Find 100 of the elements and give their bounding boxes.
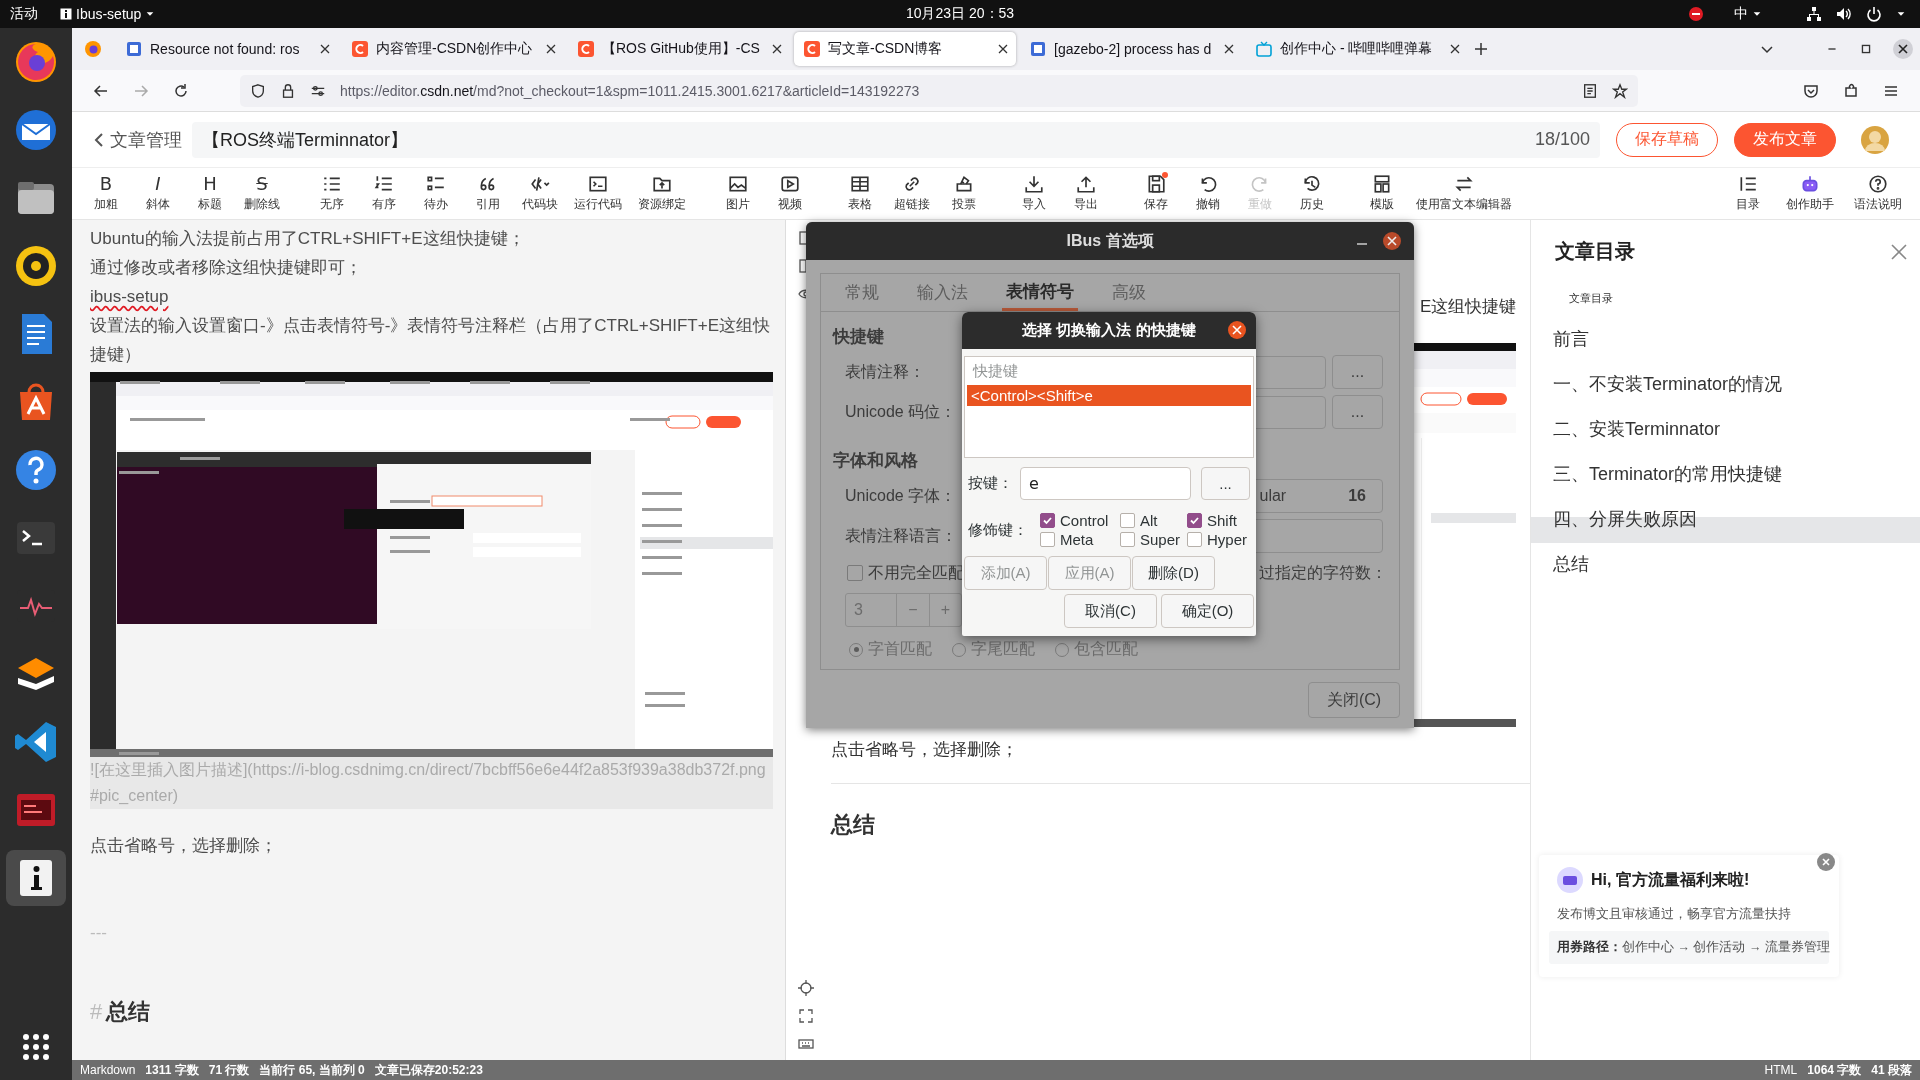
activities-button[interactable]: 活动 [10, 5, 38, 23]
more-button[interactable]: ... [1201, 467, 1250, 500]
field-label: 表情注释语言： [845, 526, 957, 544]
undo-tool[interactable]: 撤销 [1186, 172, 1230, 215]
heading-tool[interactable]: H 标题 [188, 172, 232, 215]
browser-tab[interactable]: 创作中心 - 哔哩哔哩弹幕 [1246, 32, 1468, 66]
key-field[interactable]: e [1020, 467, 1191, 500]
code-tool[interactable]: 代码块 [518, 172, 562, 215]
quote-tool[interactable]: 引用 [466, 172, 510, 215]
download-tool[interactable]: 导入 [1012, 172, 1056, 215]
save-tool[interactable]: 保存 [1134, 172, 1178, 215]
bold-tool[interactable]: B 加粗 [84, 172, 128, 215]
close-icon[interactable] [1224, 44, 1234, 54]
network-icon[interactable] [1806, 6, 1822, 22]
upload-tool[interactable]: 导出 [1064, 172, 1108, 215]
close-icon[interactable] [1382, 231, 1402, 251]
window-title: IBus 首选项 [1066, 230, 1154, 251]
back-link[interactable]: 文章管理 [94, 127, 182, 152]
italic-tool[interactable]: I 斜体 [136, 172, 180, 215]
browser-tab[interactable]: 内容管理-CSDN创作中心 [342, 32, 564, 66]
more-button[interactable]: ... [1332, 355, 1383, 389]
browser-tab[interactable]: 【ROS GitHub使用】-CS [568, 32, 790, 66]
checkbox[interactable]: Alt [1120, 512, 1187, 529]
terminal-tool[interactable]: 运行代码 [570, 172, 626, 215]
shortcut-list[interactable]: 快捷键 <Control><Shift>e [964, 356, 1254, 458]
ok-button[interactable]: 确定(O) [1161, 594, 1254, 628]
dialog-title: 选择 切换输入法 的快捷键 [1022, 321, 1196, 340]
checklist-tool[interactable]: 待办 [414, 172, 458, 215]
history-tool[interactable]: 历史 [1290, 172, 1334, 215]
toc-item[interactable]: 二、安装Terminnator [1531, 408, 1920, 453]
panel-title: 文章目录 [1555, 239, 1635, 264]
promo-title: Hi, 官方流量福利来啦! [1591, 869, 1750, 890]
lock-icon[interactable] [280, 82, 296, 99]
swap-icon [1454, 174, 1474, 194]
table-tool[interactable]: 表格 [838, 172, 882, 215]
toc-item[interactable]: 前言 [1531, 318, 1920, 363]
field-label: 修饰键： [968, 520, 1029, 540]
checkbox[interactable]: Shift [1187, 512, 1247, 529]
toc-item[interactable]: 一、不安装Terminator的情况 [1531, 363, 1920, 408]
extensions-icon[interactable] [1842, 81, 1860, 100]
close-icon[interactable] [546, 44, 556, 54]
toc-item[interactable]: 总结 [1531, 543, 1920, 588]
checkbox[interactable] [847, 565, 863, 581]
target-icon[interactable] [798, 980, 814, 996]
image-markup: ![在这里插入图片描述](https://i-blog.csdnimg.cn/direct/7bcbff56e6e44f2a853f939a38db372f.png#pic_center) [90, 757, 773, 809]
volume-icon[interactable] [1836, 6, 1852, 22]
video-tool[interactable]: 视频 [768, 172, 812, 215]
close-button[interactable]: 关闭(C) [1308, 682, 1400, 718]
link-tool[interactable]: 超链接 [890, 172, 934, 215]
clock[interactable]: 10月23日 20：53 [905, 5, 1015, 23]
browser-icon[interactable] [84, 40, 102, 58]
layout-tool[interactable]: 模版 [1360, 172, 1404, 215]
checkbox[interactable]: Hyper [1187, 531, 1247, 548]
close-icon[interactable] [1450, 44, 1460, 54]
list-tool[interactable]: 目录 [1726, 172, 1770, 215]
strikethrough-tool[interactable]: S 删除线 [240, 172, 284, 215]
close-icon[interactable] [998, 44, 1008, 54]
ballot-tool[interactable]: 投票 [942, 172, 986, 215]
bookmark-star-icon[interactable] [1612, 82, 1628, 99]
ticket-icon [1557, 867, 1583, 893]
image-tool[interactable]: 图片 [716, 172, 760, 215]
new-tab-icon[interactable] [1472, 40, 1490, 58]
address-bar[interactable]: https://editor.csdn.net/md?not_checkout=1&spm=1011.2415.3001.6217&articleId=143192273 [240, 74, 1638, 107]
shortcut-row[interactable]: <Control><Shift>e [967, 385, 1251, 406]
dialog-button[interactable]: 删除(D) [1132, 556, 1215, 590]
swap-tool[interactable]: 使用富文本编辑器 [1412, 172, 1516, 215]
title-field[interactable]: 【ROS终端Terminnator】 [192, 121, 1525, 158]
keyboard-icon[interactable] [798, 1036, 814, 1052]
power-icon[interactable] [1866, 6, 1882, 22]
checkbox[interactable]: Meta [1040, 531, 1120, 548]
input-method-menu[interactable]: 中 [1734, 5, 1762, 23]
bullet-list-tool[interactable]: 无序 [310, 172, 354, 215]
apps-grid-icon[interactable] [21, 1032, 51, 1062]
help-tool[interactable]: 语法说明 [1850, 172, 1906, 215]
reload-icon[interactable] [172, 81, 190, 100]
more-button[interactable]: ... [1332, 395, 1383, 429]
checkbox[interactable]: Super [1120, 531, 1187, 548]
cancel-button[interactable]: 取消(C) [1064, 594, 1157, 628]
browser-tab[interactable]: [gazebo-2] process has d [1020, 32, 1242, 66]
close-icon[interactable] [1892, 38, 1914, 60]
robot-tool[interactable]: 创作助手 [1782, 172, 1838, 215]
close-icon[interactable] [772, 44, 782, 54]
fullscreen-icon[interactable] [798, 1008, 814, 1024]
browser-tab[interactable]: 写文章-CSDN博客 [794, 32, 1016, 66]
numbered-list-tool[interactable]: 有序 [362, 172, 406, 215]
toc-caption[interactable]: 文章目录 [1569, 291, 1920, 306]
app-menu[interactable]: Ibus-setup [60, 6, 156, 22]
dock-item[interactable] [6, 850, 66, 906]
folder-tool[interactable]: 资源绑定 [634, 172, 690, 215]
close-icon[interactable] [320, 44, 330, 54]
reader-icon[interactable] [1582, 82, 1598, 99]
checkbox[interactable]: Control [1040, 512, 1120, 529]
info-icon [60, 8, 72, 20]
rule-markup: --- [90, 922, 108, 944]
close-icon[interactable] [1227, 320, 1247, 340]
browser-tab[interactable]: Resource not found: ros [116, 32, 338, 66]
shield-icon[interactable] [250, 82, 266, 99]
toc-item[interactable]: 三、Terminator的常用快捷键 [1531, 453, 1920, 498]
do-not-disturb-icon[interactable] [1688, 6, 1704, 22]
status-text: 文章已保存20:52:23 [374, 1061, 483, 1079]
